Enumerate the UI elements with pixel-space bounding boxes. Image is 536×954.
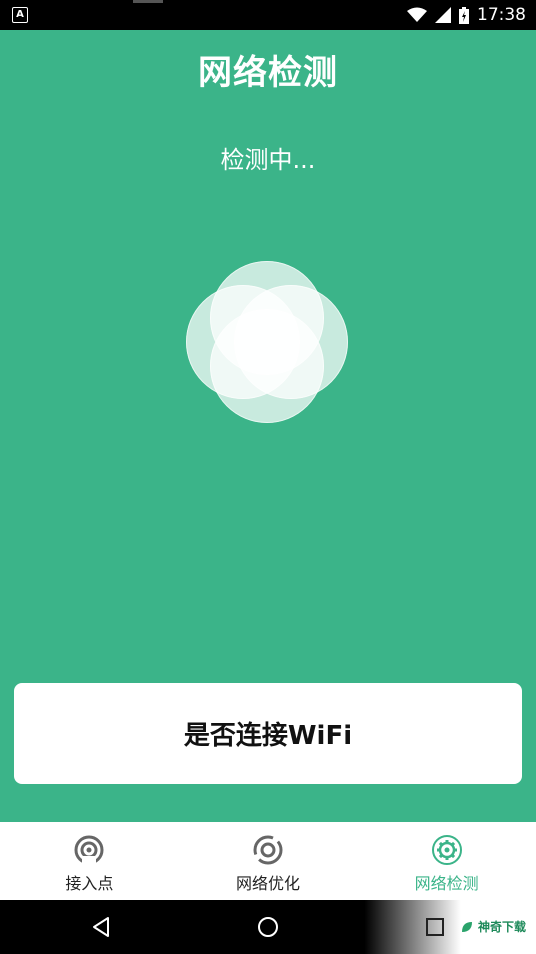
wifi-connect-label: 是否连接WiFi [183, 721, 353, 751]
status-bar: A 17:38 [0, 0, 536, 30]
page-title: 网络检测 [198, 53, 338, 93]
clock: 17:38 [477, 5, 526, 25]
bottom-navigation: 接入点 网络优化 网络检测 [0, 822, 536, 900]
access-point-icon [74, 835, 104, 866]
watermark-text: 神奇下载 [477, 920, 526, 934]
leaf-icon [461, 921, 472, 932]
wifi-icon [407, 7, 427, 22]
back-icon[interactable] [88, 913, 116, 941]
nav-item-access-point[interactable]: 接入点 [0, 822, 179, 900]
optimize-icon [253, 835, 283, 865]
signal-icon [435, 7, 451, 23]
nav-label-network-check: 网络检测 [414, 874, 479, 893]
detecting-status-text: 检测中... [220, 146, 316, 174]
nav-label-network-optimize: 网络优化 [236, 874, 301, 893]
app-screen: A 17:38 网络检测 检测中... 是否连接WiFi 接入点 网络优化 网络… [0, 0, 536, 954]
notification-icon: A [12, 7, 28, 23]
battery-icon [459, 6, 469, 24]
nav-label-access-point: 接入点 [65, 874, 114, 893]
camera-notch [133, 0, 163, 3]
nav-item-network-check[interactable]: 网络检测 [357, 822, 536, 900]
nav-item-network-optimize[interactable]: 网络优化 [179, 822, 358, 900]
recents-icon[interactable] [421, 913, 449, 941]
detection-animation-icon [186, 261, 348, 423]
system-navigation-bar: 神奇下载 [0, 900, 536, 954]
home-icon[interactable] [254, 913, 282, 941]
network-check-gear-icon [431, 835, 462, 865]
status-icons: 17:38 [407, 0, 526, 30]
wifi-connect-card[interactable]: 是否连接WiFi [14, 683, 522, 784]
watermark-logo: 神奇下载 [460, 918, 526, 935]
